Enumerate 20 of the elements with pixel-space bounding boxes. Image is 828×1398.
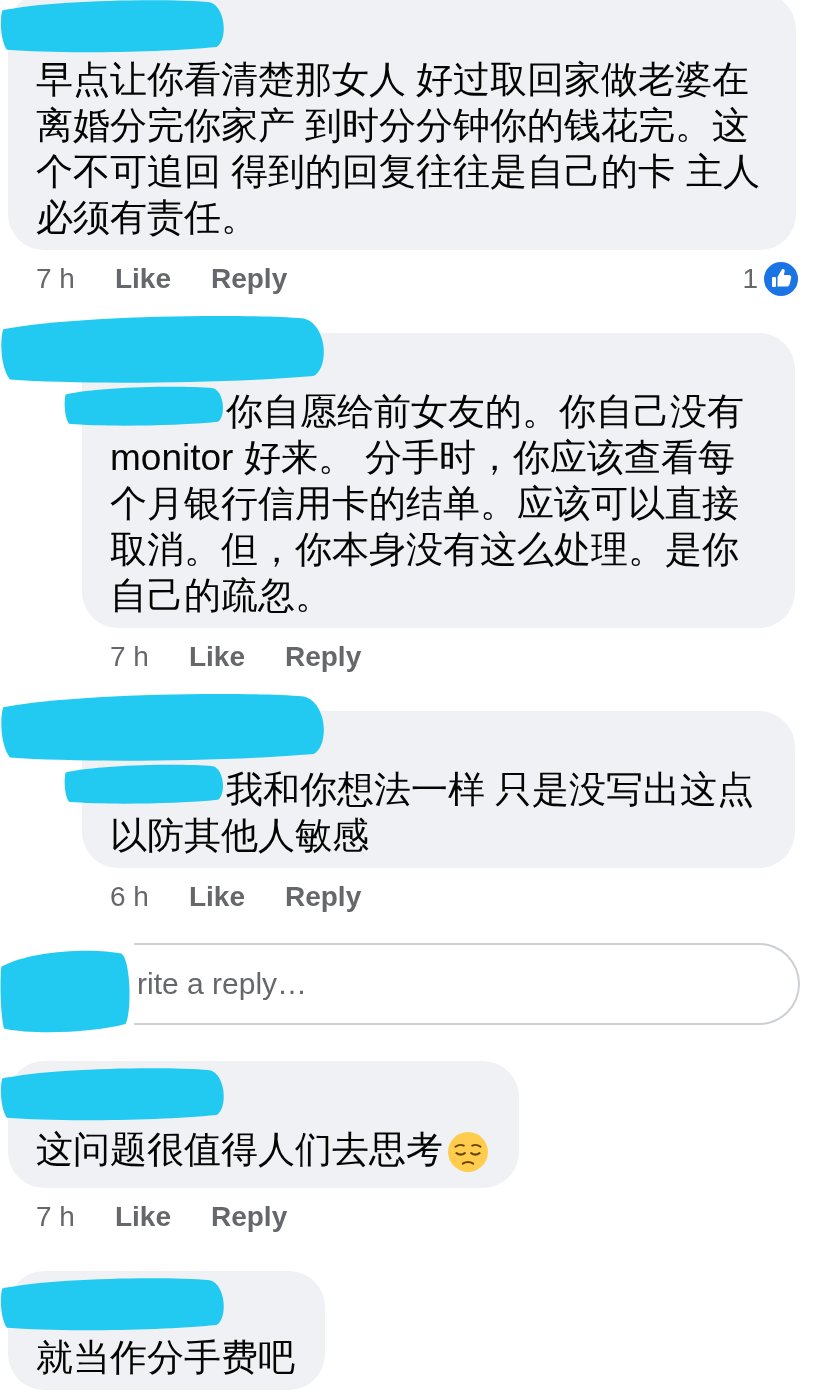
comment-text: 你自愿给前女友的。你自己没有 monitor 好来。 分手时，你应该查看每个月银行信用卡的结单。应该可以直接取消。但，你本身没有这么处理。是你自己的疏忽。	[110, 391, 744, 616]
comment-text: 早点让你看清楚那女人 好过取回家做老婆在离婚分完你家产 到时分分钟你的钱花完。这个不可追回 得到的回复往往是自己的卡 主人必须有责任。	[36, 59, 760, 238]
comment-time: 7 h	[36, 1200, 75, 1234]
comment-text: 就当作分手费吧	[36, 1337, 295, 1378]
reply-button[interactable]: Reply	[284, 639, 362, 675]
like-button[interactable]: Like	[114, 1199, 171, 1235]
thumbs-up-icon	[762, 260, 800, 298]
reaction-count: 1	[742, 262, 758, 296]
reply-button[interactable]: Reply	[210, 261, 288, 297]
comment-time: 7 h	[36, 262, 75, 296]
reply-button[interactable]: Reply	[210, 1199, 288, 1235]
comment-time: 6 h	[110, 880, 149, 914]
comment-time: 7 h	[110, 640, 149, 674]
reply-input[interactable]: rite a reply…	[134, 943, 800, 1025]
like-button[interactable]: Like	[188, 879, 245, 915]
comment-text: 我和你想法一样 只是没写出这点以防其他人敏感	[110, 769, 755, 856]
comment-text: 这问题很值得人们去思考	[36, 1128, 443, 1170]
like-button[interactable]: Like	[188, 639, 245, 675]
reply-button[interactable]: Reply	[284, 879, 362, 915]
like-button[interactable]: Like	[114, 261, 171, 297]
